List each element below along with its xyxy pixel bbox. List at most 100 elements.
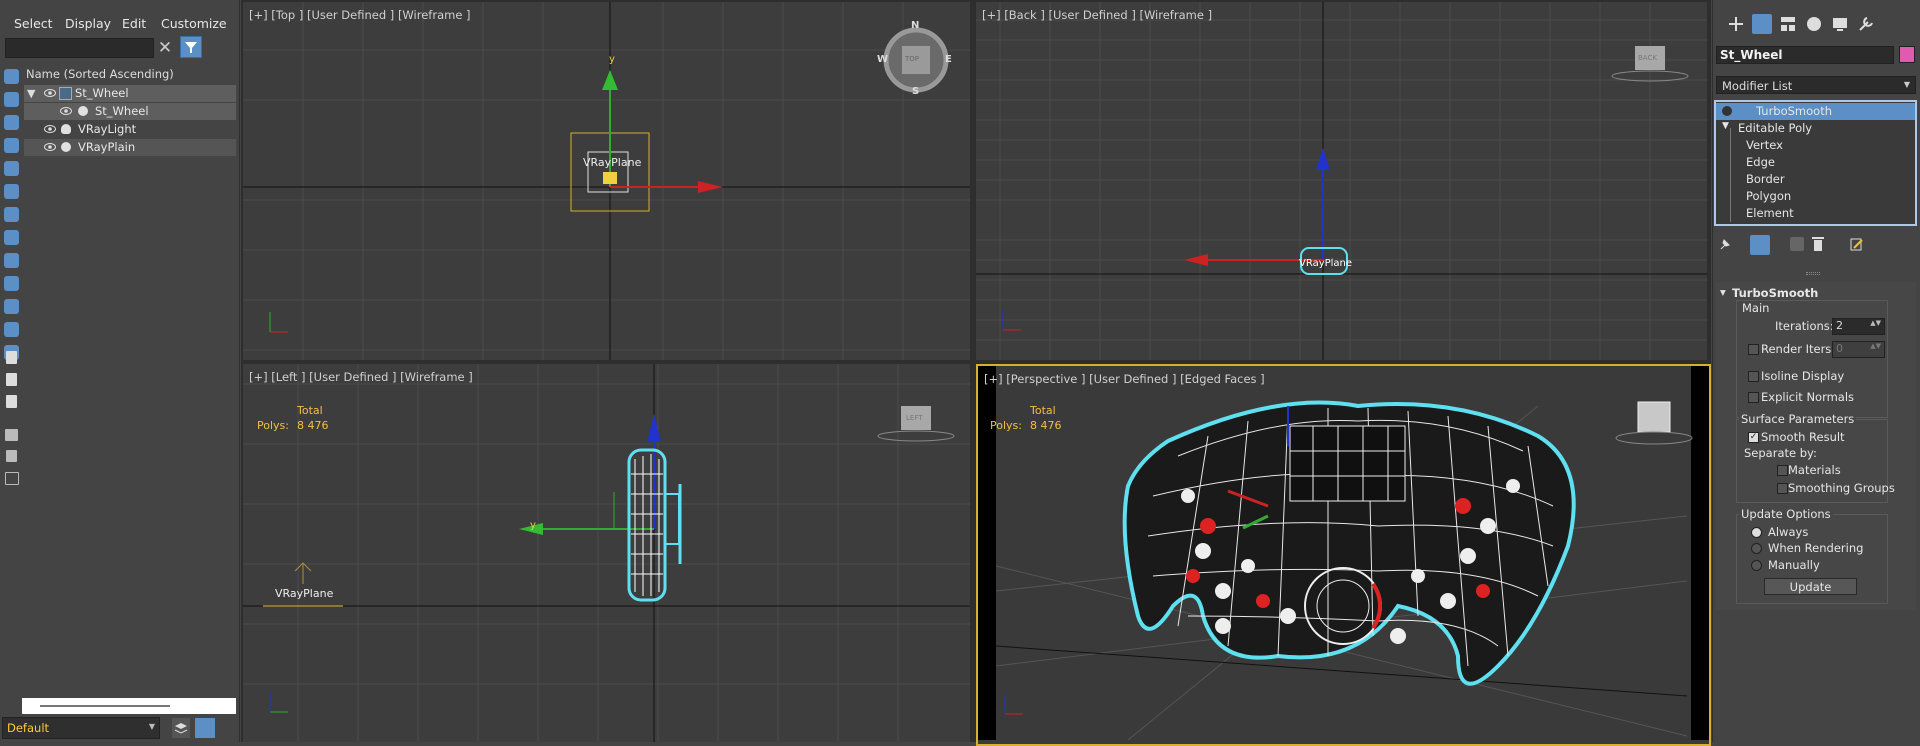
object-name-field[interactable]: St_Wheel	[1716, 46, 1894, 64]
frozen-filter-icon[interactable]	[4, 322, 19, 337]
viewport-left[interactable]: [+] [Left ] [User Defined ] [Wireframe ]…	[243, 364, 970, 742]
viewport-perspective[interactable]: [+] [Perspective ] [User Defined ] [Edge…	[976, 364, 1711, 746]
display-tab-icon[interactable]	[1830, 14, 1850, 34]
layer-dropdown[interactable]: Default ▼	[2, 717, 160, 739]
show-end-result-icon[interactable]	[1750, 235, 1770, 255]
trash-icon[interactable]	[1812, 236, 1824, 252]
scrollbar-thumb[interactable]	[40, 705, 170, 707]
update-button[interactable]: Update	[1764, 578, 1857, 595]
rollout-expand-icon[interactable]: ▾	[1720, 285, 1726, 299]
stack-item-editable-poly[interactable]: ▼ Editable Poly	[1716, 120, 1915, 137]
doc-icon[interactable]	[6, 351, 17, 364]
viewport-label[interactable]: [+] [Left ] [User Defined ] [Wireframe ]	[249, 370, 473, 384]
when-rendering-radio[interactable]	[1751, 543, 1762, 554]
spinner-arrows-icon[interactable]: ▲▼	[1870, 342, 1881, 350]
light-filter-icon[interactable]	[4, 115, 19, 130]
group-filter-icon[interactable]	[4, 230, 19, 245]
list-item[interactable]: St_Wheel	[24, 103, 236, 120]
smooth-result-checkbox[interactable]: ✓	[1748, 432, 1759, 443]
modify-tab-icon[interactable]	[1752, 14, 1772, 34]
spinner-arrows-icon[interactable]: ▲▼	[1870, 319, 1881, 327]
smooth-result-label: Smooth Result	[1761, 430, 1845, 444]
motion-tab-icon[interactable]	[1804, 14, 1824, 34]
stack-item-label: Element	[1746, 206, 1794, 220]
rollout-title[interactable]: TurboSmooth	[1732, 286, 1818, 300]
list-item[interactable]: VRayPlain	[24, 139, 236, 156]
list-header[interactable]: Name (Sorted Ascending)	[26, 67, 174, 81]
shape-filter-icon[interactable]	[4, 161, 19, 176]
filter-toggle-button[interactable]	[180, 36, 202, 58]
viewport-label[interactable]: [+] [Top ] [User Defined ] [Wireframe ]	[249, 8, 471, 22]
stack-item-element[interactable]: Element	[1716, 205, 1915, 222]
funnel-small-icon[interactable]	[6, 450, 17, 462]
stack-item-border[interactable]: Border	[1716, 171, 1915, 188]
viewcube-face[interactable]: LEFT	[906, 414, 923, 422]
list-icon[interactable]	[6, 395, 17, 408]
viewport-label[interactable]: [+] [Back ] [User Defined ] [Wireframe ]	[982, 8, 1212, 22]
compass-w: W	[877, 54, 889, 65]
configure-sets-icon[interactable]	[1850, 237, 1864, 251]
display-none-icon[interactable]	[4, 69, 19, 84]
expand-arrow-icon[interactable]: ▼	[1722, 121, 1729, 131]
smoothing-groups-checkbox[interactable]	[1777, 483, 1788, 494]
eye-icon[interactable]	[44, 123, 56, 135]
stack-item-label: Edge	[1746, 155, 1775, 169]
eye-icon[interactable]	[44, 87, 56, 99]
horizontal-scrollbar[interactable]	[22, 698, 236, 714]
create-tab-icon[interactable]	[1726, 14, 1746, 34]
list-item[interactable]: VRayLight	[24, 121, 236, 138]
smoothing-groups-label: Smoothing Groups	[1788, 481, 1895, 495]
panel-divider-grip[interactable]	[1806, 272, 1820, 275]
list-item[interactable]: ▼ St_Wheel	[24, 85, 236, 102]
page-icon[interactable]	[6, 373, 17, 386]
viewport-top[interactable]: [+] [Top ] [User Defined ] [Wireframe ] …	[243, 2, 970, 360]
layer-explorer-icon[interactable]	[195, 718, 215, 738]
materials-checkbox[interactable]	[1777, 465, 1788, 476]
explicit-normals-checkbox[interactable]	[1748, 392, 1759, 403]
pin-stack-icon[interactable]	[1718, 237, 1732, 251]
container-filter-icon[interactable]	[4, 299, 19, 314]
viewcube-face[interactable]: TOP	[905, 55, 919, 63]
xref-filter-icon[interactable]	[4, 253, 19, 268]
viewport-back[interactable]: [+] [Back ] [User Defined ] [Wireframe ]…	[976, 2, 1707, 360]
stack-item-edge[interactable]: Edge	[1716, 154, 1915, 171]
light-bulb-icon	[61, 124, 71, 134]
container-icon[interactable]	[5, 472, 19, 485]
eye-icon[interactable]	[60, 105, 72, 117]
viewcube-face[interactable]: BACK	[1638, 54, 1657, 62]
camera-filter-icon[interactable]	[4, 138, 19, 153]
expand-arrow-icon[interactable]: ▼	[27, 87, 35, 100]
spacewarp-filter-icon[interactable]	[4, 207, 19, 222]
viewport-label[interactable]: [+] [Perspective ] [User Defined ] [Edge…	[984, 372, 1265, 386]
object-label: VRayPlane	[1299, 258, 1353, 269]
stack-item-vertex[interactable]: Vertex	[1716, 137, 1915, 154]
hierarchy-tab-icon[interactable]	[1778, 14, 1798, 34]
modifier-list-dropdown[interactable]: Modifier List ▼	[1716, 76, 1916, 94]
stack-item-turbosmooth[interactable]: TurboSmooth	[1716, 103, 1915, 120]
lightbulb-icon[interactable]	[1722, 106, 1732, 116]
geometry-filter-icon[interactable]	[4, 92, 19, 107]
menu-display[interactable]: Display	[65, 16, 111, 31]
menu-select[interactable]: Select	[14, 16, 53, 31]
stat-polys-label: Polys:	[990, 419, 1022, 432]
utilities-tab-icon[interactable]	[1856, 14, 1876, 34]
isoline-checkbox[interactable]	[1748, 371, 1759, 382]
stack-item-polygon[interactable]: Polygon	[1716, 188, 1915, 205]
menu-edit[interactable]: Edit	[122, 16, 146, 31]
iterations-spinner[interactable]: 2 ▲▼	[1832, 318, 1885, 335]
layers-icon[interactable]	[172, 718, 190, 738]
always-radio[interactable]	[1751, 527, 1762, 538]
filter-list-icon[interactable]	[5, 429, 18, 441]
eye-icon[interactable]	[44, 141, 56, 153]
make-unique-icon[interactable]	[1790, 237, 1804, 251]
object-color-swatch[interactable]	[1899, 46, 1915, 63]
menu-customize[interactable]: Customize	[161, 16, 227, 31]
materials-label: Materials	[1788, 463, 1841, 477]
manually-radio[interactable]	[1751, 560, 1762, 571]
helper-filter-icon[interactable]	[4, 184, 19, 199]
render-iters-spinner[interactable]: 0 ▲▼	[1832, 341, 1885, 358]
bone-filter-icon[interactable]	[4, 276, 19, 291]
clear-filter-icon[interactable]: ✕	[156, 37, 174, 59]
render-iters-checkbox[interactable]	[1748, 344, 1759, 355]
search-filter-input[interactable]	[5, 38, 154, 58]
